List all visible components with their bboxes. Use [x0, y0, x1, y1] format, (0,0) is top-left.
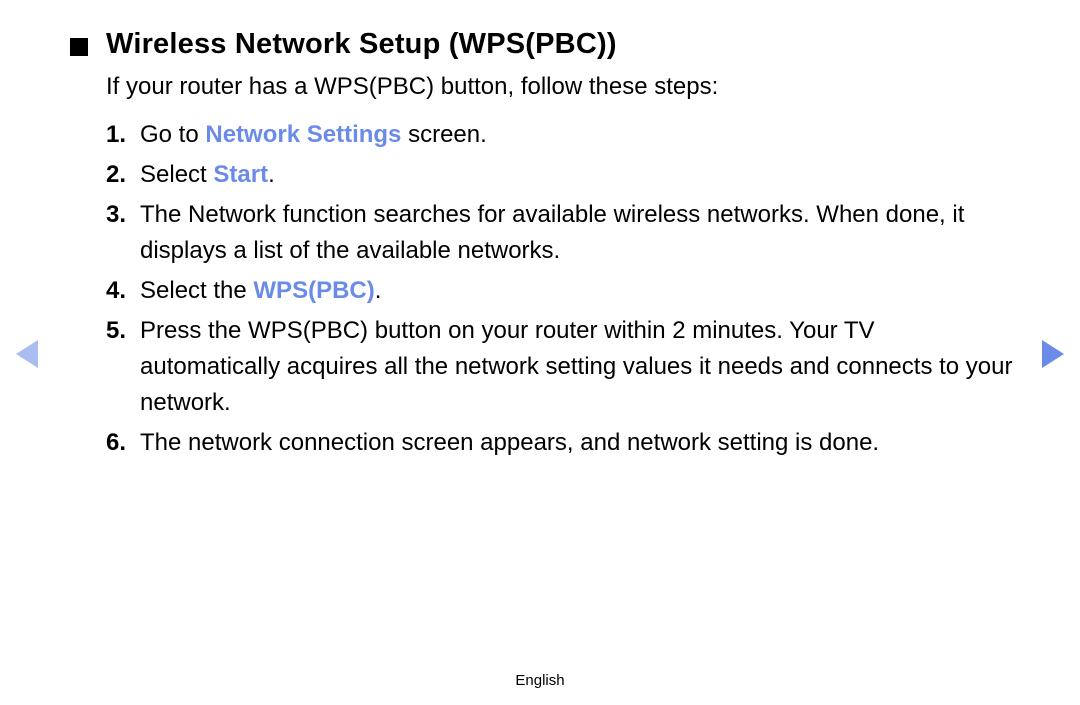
- step-number: 5.: [106, 313, 140, 421]
- step-text: The Network function searches for availa…: [140, 201, 964, 264]
- steps-list: 1. Go to Network Settings screen. 2. Sel…: [106, 117, 1020, 461]
- step-text: screen.: [401, 121, 486, 148]
- step-number: 2.: [106, 157, 140, 193]
- step-number: 6.: [106, 425, 140, 461]
- step-5: 5. Press the WPS(PBC) button on your rou…: [106, 313, 1020, 421]
- highlight-network-settings: Network Settings: [205, 121, 401, 148]
- next-page-arrow-icon[interactable]: [1042, 340, 1064, 368]
- step-2: 2. Select Start.: [106, 157, 1020, 193]
- step-number: 4.: [106, 273, 140, 309]
- step-body: The Network function searches for availa…: [140, 197, 1020, 269]
- footer-language: English: [0, 672, 1080, 689]
- step-text: Press the WPS(PBC) button on your router…: [140, 317, 1012, 416]
- step-text: .: [375, 277, 382, 304]
- step-number: 1.: [106, 117, 140, 153]
- step-text: .: [268, 161, 275, 188]
- step-1: 1. Go to Network Settings screen.: [106, 117, 1020, 153]
- page-title: Wireless Network Setup (WPS(PBC)): [106, 28, 617, 61]
- step-4: 4. Select the WPS(PBC).: [106, 273, 1020, 309]
- step-body: Select the WPS(PBC).: [140, 273, 1020, 309]
- step-body: Select Start.: [140, 157, 1020, 193]
- step-body: The network connection screen appears, a…: [140, 425, 1020, 461]
- step-3: 3. The Network function searches for ava…: [106, 197, 1020, 269]
- highlight-wpspbc: WPS(PBC): [253, 277, 374, 304]
- step-number: 3.: [106, 197, 140, 269]
- step-text: Go to: [140, 121, 205, 148]
- page-content: Wireless Network Setup (WPS(PBC)) If you…: [0, 0, 1080, 461]
- step-body: Press the WPS(PBC) button on your router…: [140, 313, 1020, 421]
- prev-page-arrow-icon[interactable]: [16, 340, 38, 368]
- step-text: The network connection screen appears, a…: [140, 429, 879, 456]
- square-bullet-icon: [70, 38, 88, 56]
- step-text: Select the: [140, 277, 253, 304]
- step-text: Select: [140, 161, 213, 188]
- heading-row: Wireless Network Setup (WPS(PBC)): [70, 28, 1020, 61]
- step-6: 6. The network connection screen appears…: [106, 425, 1020, 461]
- highlight-start: Start: [213, 161, 268, 188]
- intro-text: If your router has a WPS(PBC) button, fo…: [106, 71, 1020, 103]
- step-body: Go to Network Settings screen.: [140, 117, 1020, 153]
